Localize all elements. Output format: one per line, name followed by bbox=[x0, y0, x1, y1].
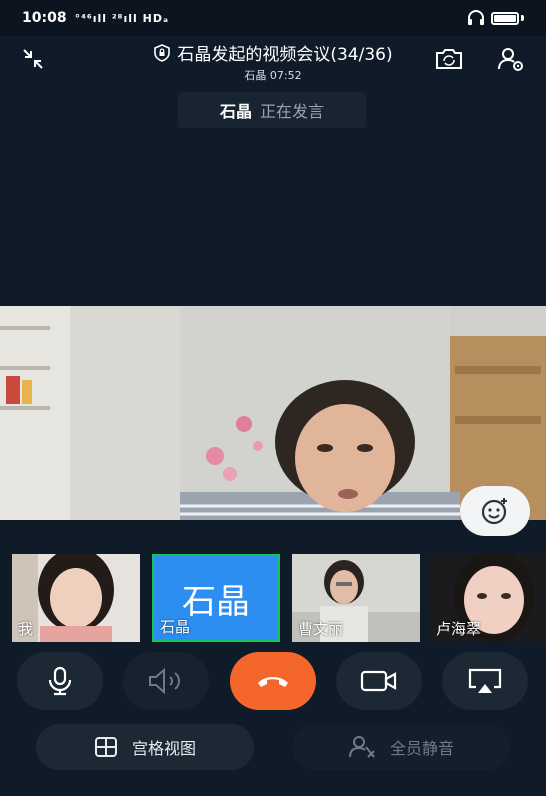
minimize-icon bbox=[23, 49, 43, 69]
reaction-button[interactable] bbox=[460, 486, 530, 536]
meeting-title-row: 石晶发起的视频会议(34/36) bbox=[120, 40, 426, 65]
mute-all-label: 全员静音 bbox=[389, 739, 454, 758]
video-camera-icon bbox=[360, 670, 397, 692]
active-speaker-name: 石晶 bbox=[219, 102, 252, 121]
microphone-button[interactable] bbox=[17, 652, 103, 710]
camera-flip-button[interactable] bbox=[432, 42, 466, 76]
active-speaker-indicator: 石晶 正在发言 bbox=[178, 92, 366, 128]
status-bar: 10:08 °⁴⁶ıll ²⁸ıll HDₐ bbox=[0, 0, 546, 36]
speaker-button[interactable] bbox=[123, 652, 209, 710]
camera-flip-icon bbox=[436, 49, 462, 69]
active-speaker-status: 正在发言 bbox=[260, 102, 325, 121]
screen-share-icon bbox=[468, 668, 502, 693]
participant-label-me: 我 bbox=[18, 620, 34, 638]
smiley-icon bbox=[481, 498, 507, 525]
participant-strip: 我 石晶 石晶 曹文丽 卢海翠 bbox=[0, 554, 546, 644]
user-settings-icon bbox=[498, 48, 523, 71]
hangup-icon bbox=[258, 677, 288, 687]
meeting-subtitle: 石晶 07:52 bbox=[244, 69, 302, 82]
user-settings-button[interactable] bbox=[494, 42, 528, 76]
participant-tile-caowenli[interactable]: 曹文丽 bbox=[292, 554, 420, 642]
status-right bbox=[467, 10, 524, 26]
hangup-button[interactable] bbox=[230, 652, 316, 710]
minimize-button[interactable] bbox=[16, 42, 50, 76]
battery-tip bbox=[521, 15, 524, 21]
participant-label-caowenli: 曹文丽 bbox=[298, 620, 344, 638]
meeting-title: 石晶发起的视频会议(34/36) bbox=[177, 45, 393, 65]
mute-all-icon bbox=[348, 736, 375, 758]
grid-icon bbox=[94, 737, 117, 757]
status-time: 10:08 bbox=[22, 10, 67, 26]
microphone-icon bbox=[48, 666, 72, 696]
screen-share-button[interactable] bbox=[442, 652, 528, 710]
grid-view-button[interactable]: 宫格视图 bbox=[36, 724, 254, 770]
video-toggle-button[interactable] bbox=[336, 652, 422, 710]
call-controls bbox=[0, 652, 546, 712]
speaker-icon bbox=[149, 667, 180, 695]
signal-indicators: °⁴⁶ıll ²⁸ıll HDₐ bbox=[74, 11, 170, 25]
headset-icon bbox=[468, 10, 484, 25]
status-left: 10:08 °⁴⁶ıll ²⁸ıll HDₐ bbox=[22, 10, 169, 26]
participant-tile-luhaicui[interactable]: 卢海翠 bbox=[430, 554, 546, 642]
bottom-actions: 宫格视图 全员静音 bbox=[0, 724, 546, 774]
participant-label-shijing: 石晶 bbox=[160, 618, 191, 636]
main-video-image bbox=[0, 306, 546, 520]
lock-shield-icon bbox=[154, 43, 171, 62]
grid-view-label: 宫格视图 bbox=[131, 739, 196, 758]
main-video-feed[interactable] bbox=[0, 306, 546, 520]
mute-all-button[interactable]: 全员静音 bbox=[292, 724, 510, 770]
participant-tile-shijing[interactable]: 石晶 石晶 bbox=[152, 554, 280, 642]
meeting-header: 石晶发起的视频会议(34/36) 石晶 07:52 bbox=[0, 36, 546, 83]
participant-tile-me[interactable]: 我 bbox=[12, 554, 140, 642]
meeting-title-block: 石晶发起的视频会议(34/36) 石晶 07:52 bbox=[120, 40, 426, 83]
battery-icon bbox=[491, 11, 519, 25]
participant-label-luhaicui: 卢海翠 bbox=[436, 620, 482, 638]
